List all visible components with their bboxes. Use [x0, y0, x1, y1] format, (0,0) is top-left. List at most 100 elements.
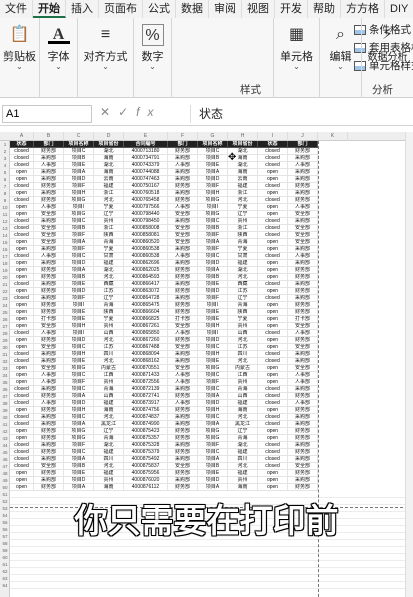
cell[interactable]: open [258, 267, 288, 274]
cell[interactable]: 河北 [94, 274, 124, 281]
cell[interactable]: open [10, 337, 34, 344]
cell[interactable]: 财务部 [288, 484, 318, 491]
cell[interactable]: 青海 [94, 302, 124, 309]
cell[interactable]: 项目F [64, 232, 94, 239]
cell[interactable]: 财务部 [34, 274, 64, 281]
row-header[interactable]: 39 [0, 407, 10, 414]
alignment-group[interactable]: ≡ 对齐方式 ⌄ [78, 18, 134, 98]
cell[interactable]: 安全部 [34, 211, 64, 218]
cell[interactable]: 项目H [64, 323, 94, 330]
cell[interactable]: 贵州 [228, 379, 258, 386]
cell[interactable]: 浙江 [228, 190, 258, 197]
cell[interactable]: 安全部 [288, 365, 318, 372]
cell[interactable]: 人事部 [34, 253, 64, 260]
cell[interactable]: 项目B [198, 463, 228, 470]
cell[interactable]: 项目C [198, 148, 228, 155]
cell[interactable]: closed [10, 232, 34, 239]
cell[interactable]: open [10, 274, 34, 281]
cell[interactable]: 采购部 [288, 421, 318, 428]
cell[interactable]: closed [10, 281, 34, 288]
menu-tab[interactable]: 方方格 [341, 0, 385, 18]
row-header[interactable]: 17 [0, 253, 10, 260]
cell[interactable]: 河北 [94, 358, 124, 365]
cell[interactable]: 贵州 [228, 477, 258, 484]
cell[interactable]: 人事部 [288, 330, 318, 337]
header-cell[interactable]: 部门 [168, 141, 198, 148]
cell[interactable]: 项目H [64, 407, 94, 414]
empty-row[interactable] [10, 547, 413, 554]
cell[interactable]: closed [258, 456, 288, 463]
cell[interactable]: 财务部 [34, 484, 64, 491]
cell[interactable]: 项目D [64, 477, 94, 484]
cell[interactable]: 财务部 [288, 274, 318, 281]
cell[interactable]: 福建 [228, 260, 258, 267]
cell[interactable]: 项目G [64, 435, 94, 442]
cell[interactable]: 江苏 [94, 288, 124, 295]
cell[interactable]: 山西 [228, 393, 258, 400]
cell[interactable]: 项目C [64, 449, 94, 456]
cell[interactable]: 项目C [198, 414, 228, 421]
cell[interactable]: 采购部 [288, 281, 318, 288]
row-header[interactable]: 40 [0, 414, 10, 421]
cell[interactable]: 采购部 [168, 246, 198, 253]
cell[interactable]: open [258, 477, 288, 484]
formula-input[interactable]: 状态 [190, 105, 410, 123]
menu-tab[interactable]: 文件 [0, 0, 33, 18]
cell[interactable]: closed [258, 155, 288, 162]
cell[interactable]: 4000875956 [124, 470, 168, 477]
menu-tab[interactable]: 公式 [143, 0, 176, 18]
cell[interactable]: 项目F [64, 379, 94, 386]
cell[interactable]: open [10, 239, 34, 246]
cell[interactable]: open [10, 379, 34, 386]
cell[interactable]: 4000875423 [124, 428, 168, 435]
cell[interactable]: 海南 [94, 155, 124, 162]
cell[interactable]: closed [10, 155, 34, 162]
column-header[interactable]: I [258, 132, 288, 141]
cell[interactable]: 财务部 [168, 470, 198, 477]
cell[interactable]: 财务部 [288, 288, 318, 295]
cell[interactable]: 湖北 [94, 267, 124, 274]
cell[interactable]: 项目A [198, 169, 228, 176]
cell[interactable]: 江苏 [228, 288, 258, 295]
cell[interactable]: 宁夏 [228, 246, 258, 253]
cell[interactable]: 贵州 [228, 218, 258, 225]
cell[interactable]: 4000858008 [124, 225, 168, 232]
cell[interactable]: 4000871433 [124, 372, 168, 379]
cell[interactable]: 甘肃 [228, 253, 258, 260]
cell[interactable]: 辽宁 [228, 211, 258, 218]
cell[interactable]: 采购部 [168, 155, 198, 162]
cell[interactable]: 人事部 [168, 162, 198, 169]
cell[interactable]: 4000870551 [124, 365, 168, 372]
cell[interactable]: 海南 [228, 484, 258, 491]
cell[interactable]: closed [10, 386, 34, 393]
header-cell[interactable]: 部门 [288, 141, 318, 148]
cell[interactable]: 4000866825 [124, 316, 168, 323]
cell[interactable]: 安全部 [288, 239, 318, 246]
cell[interactable]: 项目F [64, 295, 94, 302]
cell[interactable]: 4000872139 [124, 386, 168, 393]
clipboard-group[interactable]: 📋 剪贴板 ⌄ [0, 18, 40, 98]
cell[interactable]: 项目C [198, 372, 228, 379]
empty-row[interactable] [10, 554, 413, 561]
cell[interactable]: 项目B [64, 155, 94, 162]
cell[interactable]: 4000860538 [124, 253, 168, 260]
cell[interactable]: 西藏 [228, 281, 258, 288]
cell[interactable]: 采购部 [288, 155, 318, 162]
cell[interactable]: 福建 [94, 449, 124, 456]
row-header[interactable]: 62 [0, 568, 10, 575]
menu-tab[interactable]: 审阅 [209, 0, 242, 18]
cell[interactable]: 项目A [64, 421, 94, 428]
cell[interactable]: 4000866417 [124, 281, 168, 288]
cell[interactable]: closed [10, 463, 34, 470]
cell[interactable]: 项目F [198, 246, 228, 253]
cell[interactable]: 项目C [64, 148, 94, 155]
cell[interactable]: 项目F [198, 232, 228, 239]
cell[interactable]: 4000874837 [124, 414, 168, 421]
cell[interactable]: 湖北 [228, 442, 258, 449]
cell[interactable]: 项目H [64, 351, 94, 358]
cell[interactable]: closed [258, 463, 288, 470]
cell[interactable]: 财务部 [34, 449, 64, 456]
cell[interactable]: 项目I [64, 330, 94, 337]
cell[interactable]: 采购部 [168, 477, 198, 484]
cell[interactable]: 财务部 [288, 435, 318, 442]
